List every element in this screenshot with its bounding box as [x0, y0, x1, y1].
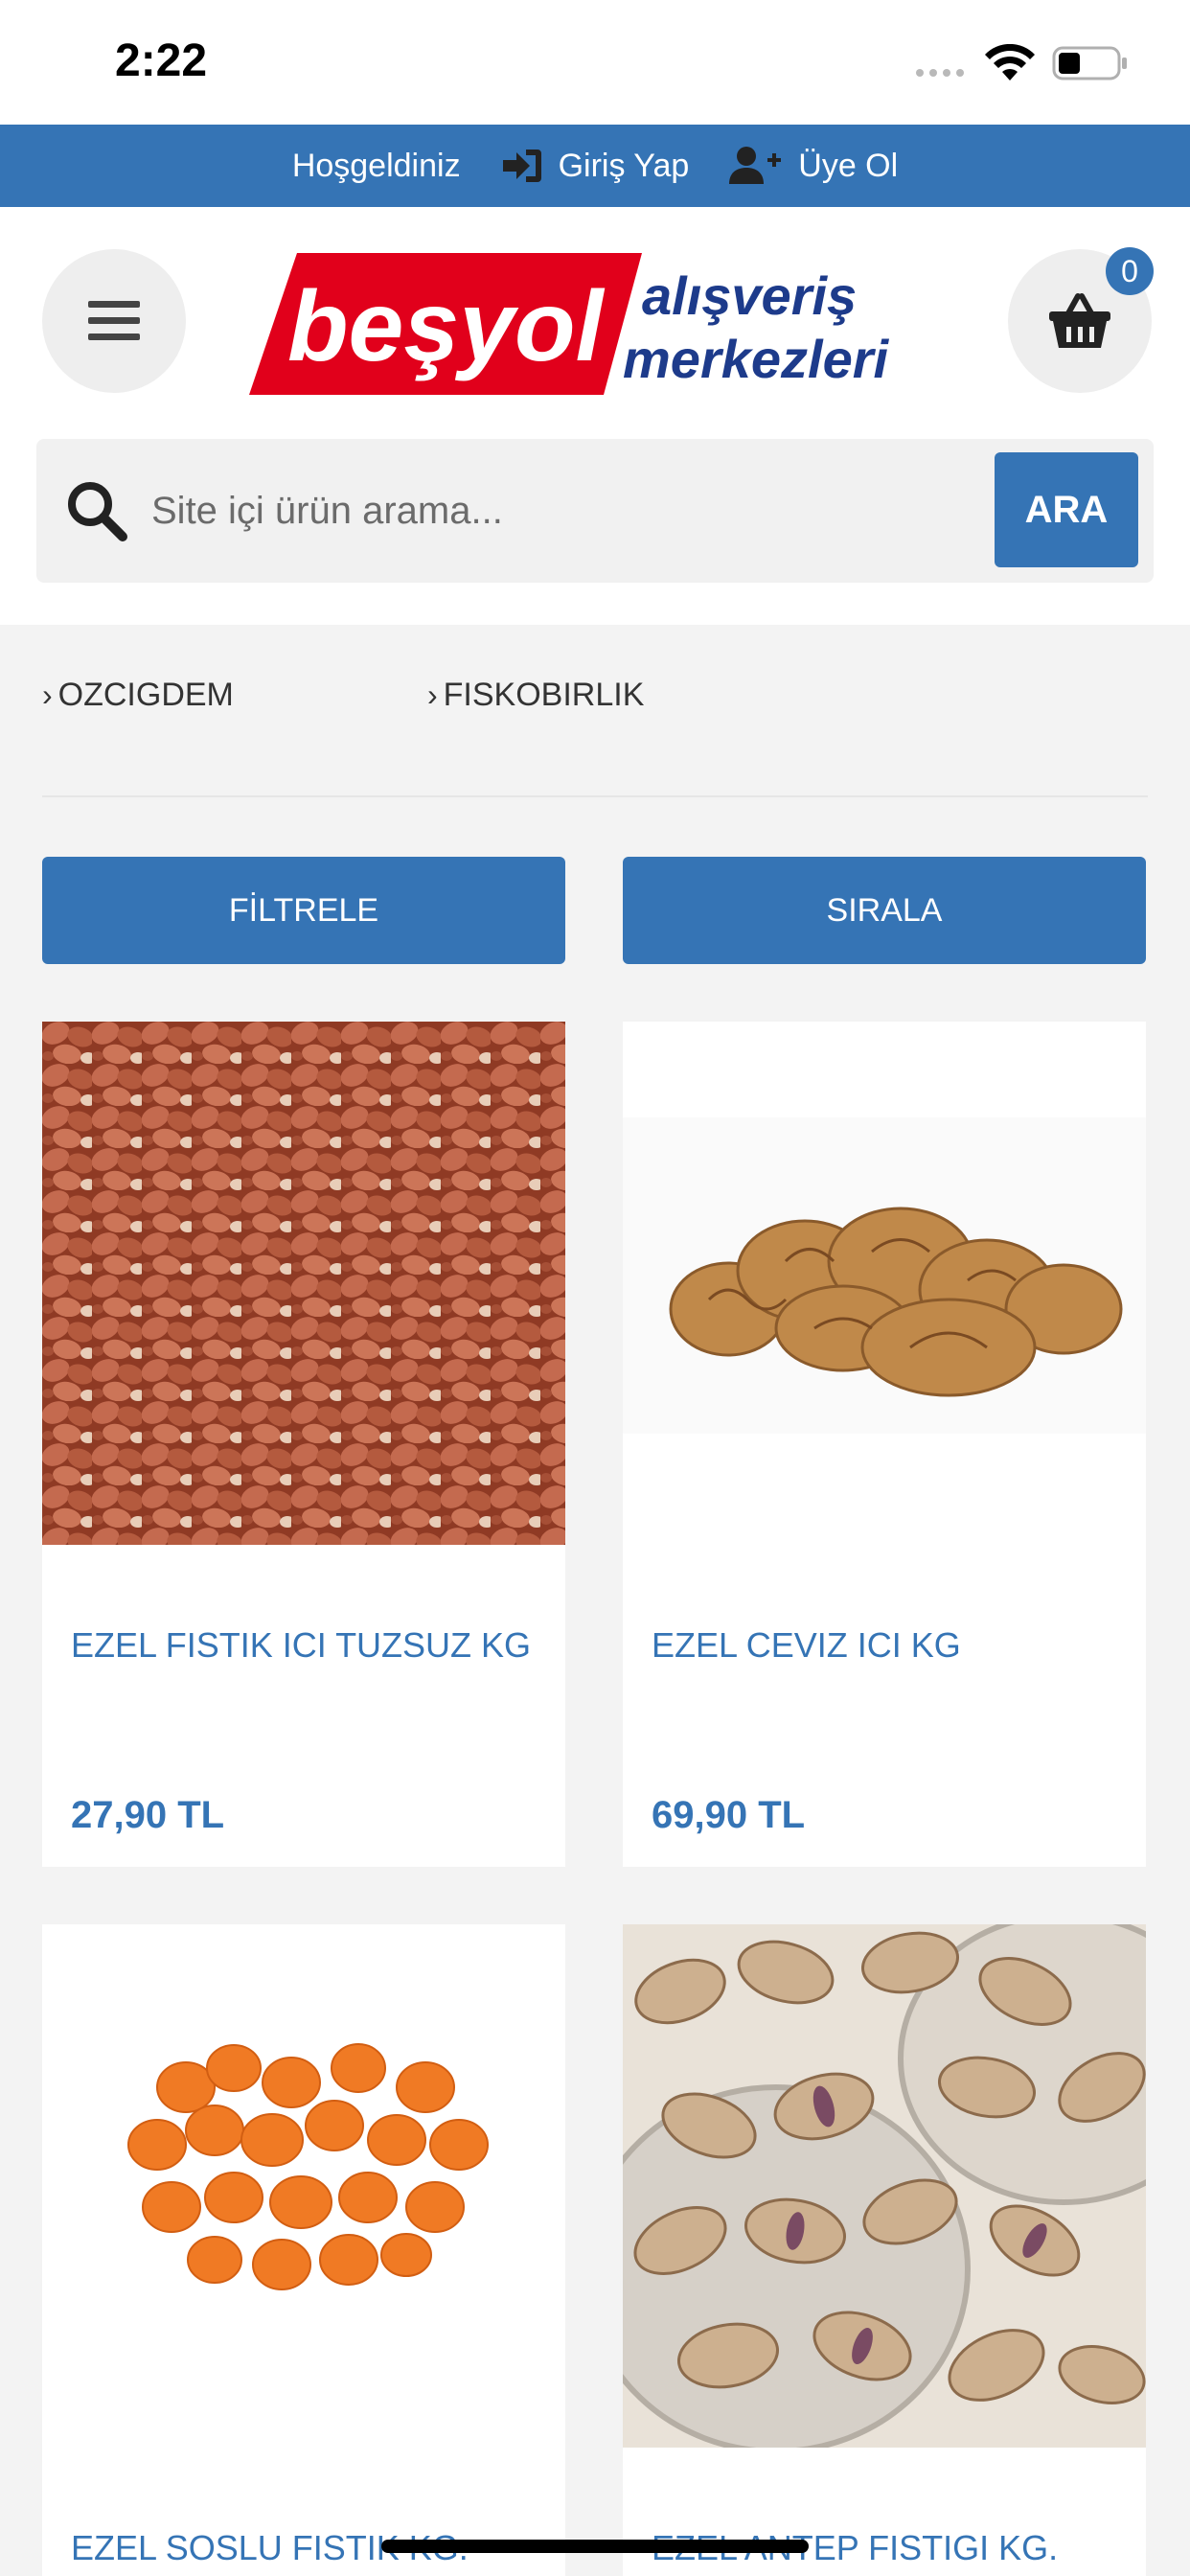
sort-button[interactable]: SIRALA — [623, 857, 1146, 964]
product-image-pistachios[interactable] — [623, 1924, 1146, 2448]
cellular-signal-icon — [916, 69, 964, 77]
product-card[interactable]: EZEL CEVIZ ICI KG 69,90 TL — [623, 1022, 1146, 1867]
search-bar: ARA — [36, 439, 1154, 583]
brand-label: OZCIGDEM — [57, 677, 234, 713]
header: beşyol alışveriş merkezleri 0 ARA — [0, 207, 1190, 625]
chevron-right-icon: › — [42, 678, 53, 712]
search-icon — [68, 482, 127, 541]
product-title[interactable]: EZEL FISTIK ICI TUZSUZ KG — [71, 1625, 531, 1666]
product-card[interactable]: EZEL ANTEP FISTIGI KG. — [623, 1924, 1146, 2576]
brand-link-fiskobirlik[interactable]: › FISKOBIRLIK — [427, 677, 644, 714]
page: 2:22 Hoşgeldiniz Giriş Yap Üye Ol beşyol… — [0, 0, 1190, 2576]
besyol-logo[interactable]: beşyol alışveriş merkezleri — [240, 247, 952, 401]
sign-in-icon — [502, 150, 541, 182]
wifi-icon — [985, 44, 1035, 80]
svg-text:alışveriş: alışveriş — [642, 265, 857, 326]
menu-button[interactable] — [42, 249, 186, 393]
battery-icon — [1052, 46, 1127, 80]
shopping-basket-icon — [1049, 293, 1110, 348]
brand-label: FISKOBIRLIK — [443, 677, 645, 713]
hamburger-menu-icon — [88, 301, 140, 340]
register-link[interactable]: Üye Ol — [729, 146, 898, 186]
product-price: 27,90 TL — [71, 1794, 225, 1836]
filter-button[interactable]: FİLTRELE — [42, 857, 565, 964]
product-image-peanuts[interactable] — [42, 1022, 565, 1545]
svg-text:beşyol: beşyol — [287, 271, 606, 382]
login-label: Giriş Yap — [558, 147, 690, 184]
search-input[interactable] — [151, 468, 1014, 554]
product-card[interactable]: EZEL SOSLU FISTIK KG. — [42, 1924, 565, 2576]
register-label: Üye Ol — [798, 147, 899, 184]
login-link[interactable]: Giriş Yap — [501, 147, 690, 185]
home-indicator[interactable] — [381, 2540, 809, 2553]
status-bar: 2:22 — [0, 0, 1190, 125]
user-plus-icon — [729, 147, 782, 184]
chevron-right-icon: › — [427, 678, 438, 712]
divider — [42, 795, 1148, 797]
cart-count-badge: 0 — [1106, 247, 1154, 295]
product-title[interactable]: EZEL CEVIZ ICI KG — [652, 1625, 961, 1666]
welcome-link[interactable]: Hoşgeldiniz — [292, 148, 461, 185]
product-image-walnuts[interactable] — [623, 1022, 1146, 1545]
brand-link-ozcigdem[interactable]: › OZCIGDEM — [42, 677, 234, 714]
svg-text:merkezleri: merkezleri — [623, 329, 890, 389]
product-image-coated-peanuts[interactable] — [42, 1924, 565, 2448]
product-card[interactable]: EZEL FISTIK ICI TUZSUZ KG 27,90 TL — [42, 1022, 565, 1867]
top-bar: Hoşgeldiniz Giriş Yap Üye Ol — [0, 125, 1190, 207]
product-price: 69,90 TL — [652, 1794, 806, 1836]
welcome-label: Hoşgeldiniz — [291, 147, 461, 184]
search-button[interactable]: ARA — [995, 452, 1138, 567]
status-time: 2:22 — [115, 35, 208, 86]
